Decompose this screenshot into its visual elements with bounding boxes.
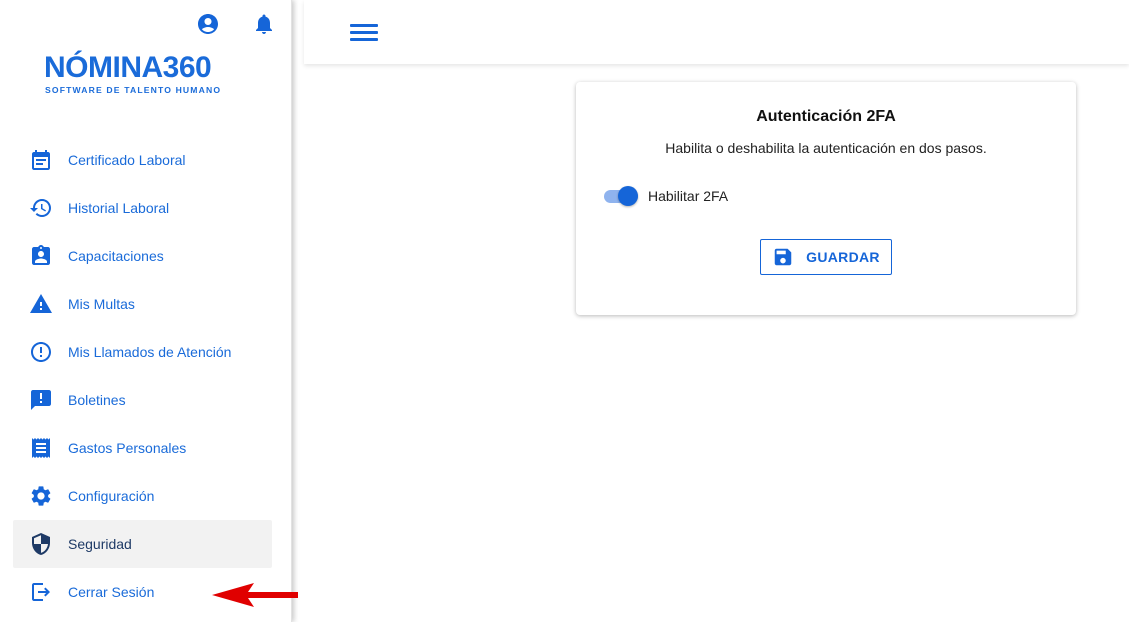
sidebar: NÓMINA360 SOFTWARE DE TALENTO HUMANO Cer… bbox=[0, 0, 292, 622]
sidebar-item-label: Mis Llamados de Atención bbox=[68, 344, 232, 360]
sidebar-item-mis-multas[interactable]: Mis Multas bbox=[13, 280, 272, 328]
sidebar-item-label: Configuración bbox=[68, 488, 155, 504]
sidebar-item-capacitaciones[interactable]: Capacitaciones bbox=[13, 232, 272, 280]
announcement-icon bbox=[29, 388, 53, 412]
hamburger-menu-icon[interactable] bbox=[349, 20, 379, 44]
gear-icon bbox=[29, 484, 53, 508]
brand-tagline: SOFTWARE DE TALENTO HUMANO bbox=[45, 85, 222, 95]
clipboard-account-icon bbox=[29, 244, 53, 268]
calendar-icon bbox=[29, 148, 53, 172]
card-description: Habilita o deshabilita la autenticación … bbox=[665, 140, 987, 156]
sidebar-item-label: Cerrar Sesión bbox=[68, 584, 155, 600]
account-circle-icon[interactable] bbox=[196, 12, 220, 36]
toggle-row: Habilitar 2FA bbox=[604, 186, 728, 206]
sidebar-item-label: Mis Multas bbox=[68, 296, 135, 312]
enable-2fa-switch[interactable] bbox=[604, 186, 638, 206]
top-app-bar bbox=[304, 0, 1129, 64]
sidebar-item-configuracion[interactable]: Configuración bbox=[13, 472, 272, 520]
alert-circle-icon bbox=[29, 340, 53, 364]
history-icon bbox=[29, 196, 53, 220]
save-icon bbox=[774, 248, 792, 266]
sidebar-item-mis-llamados-de-atencion[interactable]: Mis Llamados de Atención bbox=[13, 328, 272, 376]
receipt-icon bbox=[29, 436, 53, 460]
warning-icon bbox=[29, 292, 53, 316]
save-button-label: GUARDAR bbox=[806, 249, 880, 265]
toggle-label: Habilitar 2FA bbox=[648, 188, 729, 204]
sidebar-item-seguridad[interactable]: Seguridad bbox=[13, 520, 272, 568]
sidebar-menu: Certificado Laboral Historial Laboral Ca… bbox=[13, 136, 272, 616]
sidebar-item-gastos-personales[interactable]: Gastos Personales bbox=[13, 424, 272, 472]
sidebar-item-label: Capacitaciones bbox=[68, 248, 164, 264]
sidebar-item-boletines[interactable]: Boletines bbox=[13, 376, 272, 424]
sidebar-item-label: Seguridad bbox=[68, 536, 132, 552]
red-arrow-annotation bbox=[212, 583, 298, 607]
sidebar-item-historial-laboral[interactable]: Historial Laboral bbox=[13, 184, 272, 232]
two-factor-card: Autenticación 2FA Habilita o deshabilita… bbox=[576, 82, 1076, 315]
brand-name: NÓMINA360 bbox=[44, 51, 212, 84]
card-title: Autenticación 2FA bbox=[756, 108, 896, 125]
bell-icon[interactable] bbox=[252, 12, 276, 36]
header-icons bbox=[196, 12, 276, 36]
brand-logo: NÓMINA360 SOFTWARE DE TALENTO HUMANO bbox=[44, 51, 222, 96]
sidebar-item-label: Gastos Personales bbox=[68, 440, 187, 456]
sidebar-item-label: Boletines bbox=[68, 392, 126, 408]
logout-icon bbox=[29, 580, 53, 604]
sidebar-item-certificado-laboral[interactable]: Certificado Laboral bbox=[13, 136, 272, 184]
shield-icon bbox=[29, 532, 53, 556]
sidebar-item-label: Certificado Laboral bbox=[68, 152, 186, 168]
save-button[interactable]: GUARDAR bbox=[760, 239, 892, 275]
switch-knob bbox=[618, 186, 638, 206]
sidebar-item-label: Historial Laboral bbox=[68, 200, 170, 216]
